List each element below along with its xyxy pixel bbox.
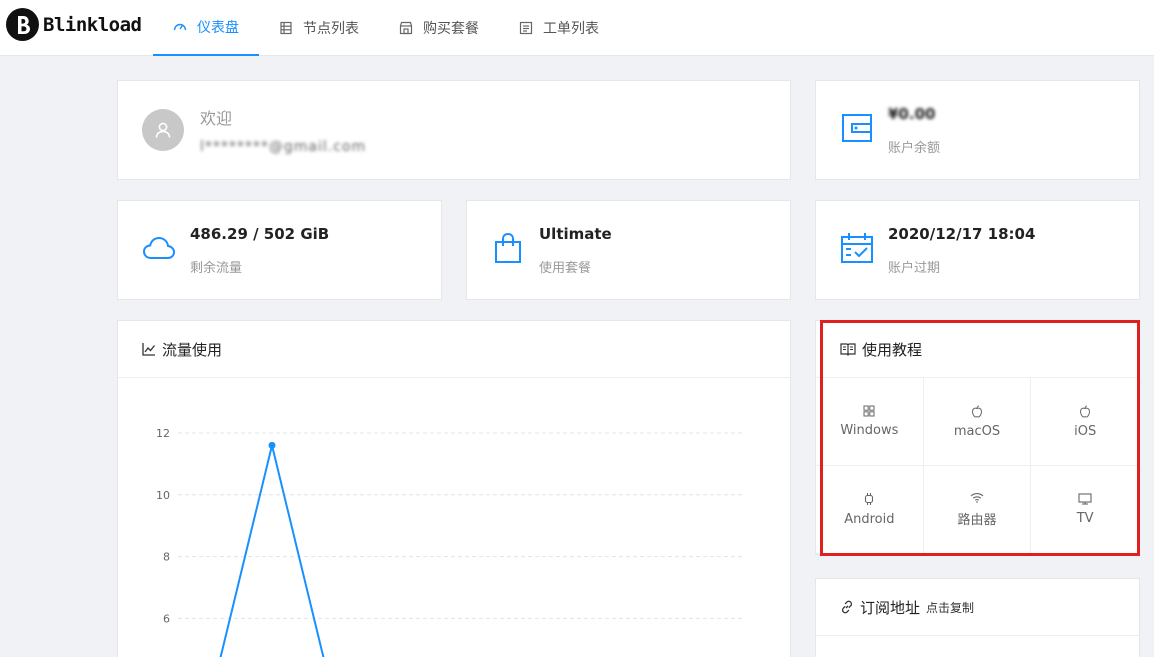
main-nav: 仪表盘 节点列表 购买套餐 工单列表 bbox=[153, 0, 619, 56]
y-tick-label: 8 bbox=[163, 551, 170, 564]
brand-logo[interactable]: Blinkload bbox=[6, 8, 142, 41]
android-icon bbox=[865, 493, 874, 505]
tutorial-ios-label: iOS bbox=[1074, 423, 1097, 439]
traffic-label: 剩余流量 bbox=[190, 261, 243, 276]
tutorial-macos-label: macOS bbox=[953, 423, 1001, 439]
top-bar: Blinkload 仪表盘 节点列表 购买套餐 工单列表 bbox=[0, 0, 1154, 56]
ticket-list-icon bbox=[519, 21, 533, 35]
apple-icon bbox=[1080, 405, 1091, 418]
shop-icon bbox=[399, 21, 413, 35]
windows-icon bbox=[863, 405, 875, 417]
subscribe-header[interactable]: 订阅地址 点击复制 bbox=[816, 579, 1139, 636]
traffic-usage-title: 流量使用 bbox=[162, 340, 223, 359]
tutorial-windows[interactable]: Windows bbox=[816, 378, 924, 466]
balance-card: ¥0.00 账户余额 bbox=[815, 80, 1140, 180]
tutorial-card: 使用教程 Windows macOS iOS Android 路由器 TV bbox=[815, 320, 1140, 555]
user-email: l********@gmail.com bbox=[200, 139, 367, 155]
nav-dashboard-label: 仪表盘 bbox=[197, 20, 239, 36]
server-list-icon bbox=[279, 21, 293, 35]
expiry-card: 2020/12/17 18:04 账户过期 bbox=[815, 200, 1140, 300]
nav-dashboard[interactable]: 仪表盘 bbox=[153, 0, 259, 56]
traffic-usage-card: 流量使用 6 8 10 12 bbox=[117, 320, 791, 657]
logo-mark-icon bbox=[6, 8, 39, 41]
wallet-icon bbox=[842, 114, 872, 142]
y-tick-label: 10 bbox=[156, 489, 170, 502]
wifi-icon bbox=[970, 492, 984, 503]
tutorial-header: 使用教程 bbox=[816, 321, 1139, 378]
calendar-check-icon bbox=[841, 233, 873, 263]
shopping-bag-icon bbox=[495, 232, 521, 263]
nav-tickets[interactable]: 工单列表 bbox=[499, 0, 619, 56]
plan-card: Ultimate 使用套餐 bbox=[466, 200, 791, 300]
link-icon bbox=[841, 600, 853, 614]
nav-nodes[interactable]: 节点列表 bbox=[259, 0, 379, 56]
traffic-usage-chart: 6 8 10 12 bbox=[156, 427, 744, 657]
copy-hint[interactable]: 点击复制 bbox=[926, 599, 974, 616]
tutorial-tv[interactable]: TV bbox=[1031, 466, 1139, 554]
tutorial-android[interactable]: Android bbox=[816, 466, 924, 554]
tv-icon bbox=[1078, 493, 1092, 505]
tutorial-grid: Windows macOS iOS Android 路由器 TV bbox=[816, 378, 1139, 554]
plan-label: 使用套餐 bbox=[539, 261, 592, 276]
data-point[interactable] bbox=[268, 441, 276, 449]
traffic-card: 486.29 / 502 GiB 剩余流量 bbox=[117, 200, 442, 300]
tutorial-ios[interactable]: iOS bbox=[1031, 378, 1139, 466]
nav-tickets-label: 工单列表 bbox=[543, 21, 599, 37]
balance-value: ¥0.00 bbox=[888, 105, 936, 123]
y-tick-label: 6 bbox=[163, 612, 170, 625]
tutorial-title: 使用教程 bbox=[862, 340, 923, 359]
welcome-card: 欢迎 l********@gmail.com bbox=[117, 80, 791, 180]
user-icon bbox=[155, 122, 171, 138]
traffic-value: 486.29 / 502 GiB bbox=[190, 225, 330, 243]
brand-name: Blinkload bbox=[43, 13, 142, 36]
expiry-value: 2020/12/17 18:04 bbox=[888, 225, 1036, 243]
subscribe-title: 订阅地址 bbox=[860, 598, 921, 617]
expiry-label: 账户过期 bbox=[888, 261, 941, 276]
tutorial-tv-label: TV bbox=[1076, 511, 1094, 526]
book-icon bbox=[840, 343, 856, 356]
tutorial-windows-label: Windows bbox=[840, 423, 899, 438]
line-chart-icon bbox=[142, 343, 156, 356]
cloud-icon bbox=[142, 236, 176, 259]
y-tick-label: 12 bbox=[156, 427, 170, 440]
nav-nodes-label: 节点列表 bbox=[303, 21, 359, 37]
plan-value: Ultimate bbox=[539, 225, 612, 243]
avatar[interactable] bbox=[142, 109, 184, 151]
dashboard-icon bbox=[173, 20, 187, 34]
series-line bbox=[219, 445, 325, 657]
tutorial-router-label: 路由器 bbox=[957, 512, 997, 528]
balance-label: 账户余额 bbox=[888, 141, 941, 156]
tutorial-android-label: Android bbox=[844, 512, 895, 527]
apple-icon bbox=[971, 405, 982, 418]
welcome-greeting: 欢迎 bbox=[200, 109, 233, 128]
nav-shop-label: 购买套餐 bbox=[423, 21, 479, 37]
subscribe-card: 订阅地址 点击复制 bbox=[815, 578, 1140, 657]
tutorial-router[interactable]: 路由器 bbox=[923, 466, 1032, 554]
traffic-usage-header: 流量使用 bbox=[118, 321, 790, 378]
tutorial-macos[interactable]: macOS bbox=[923, 378, 1032, 466]
nav-shop[interactable]: 购买套餐 bbox=[379, 0, 499, 56]
